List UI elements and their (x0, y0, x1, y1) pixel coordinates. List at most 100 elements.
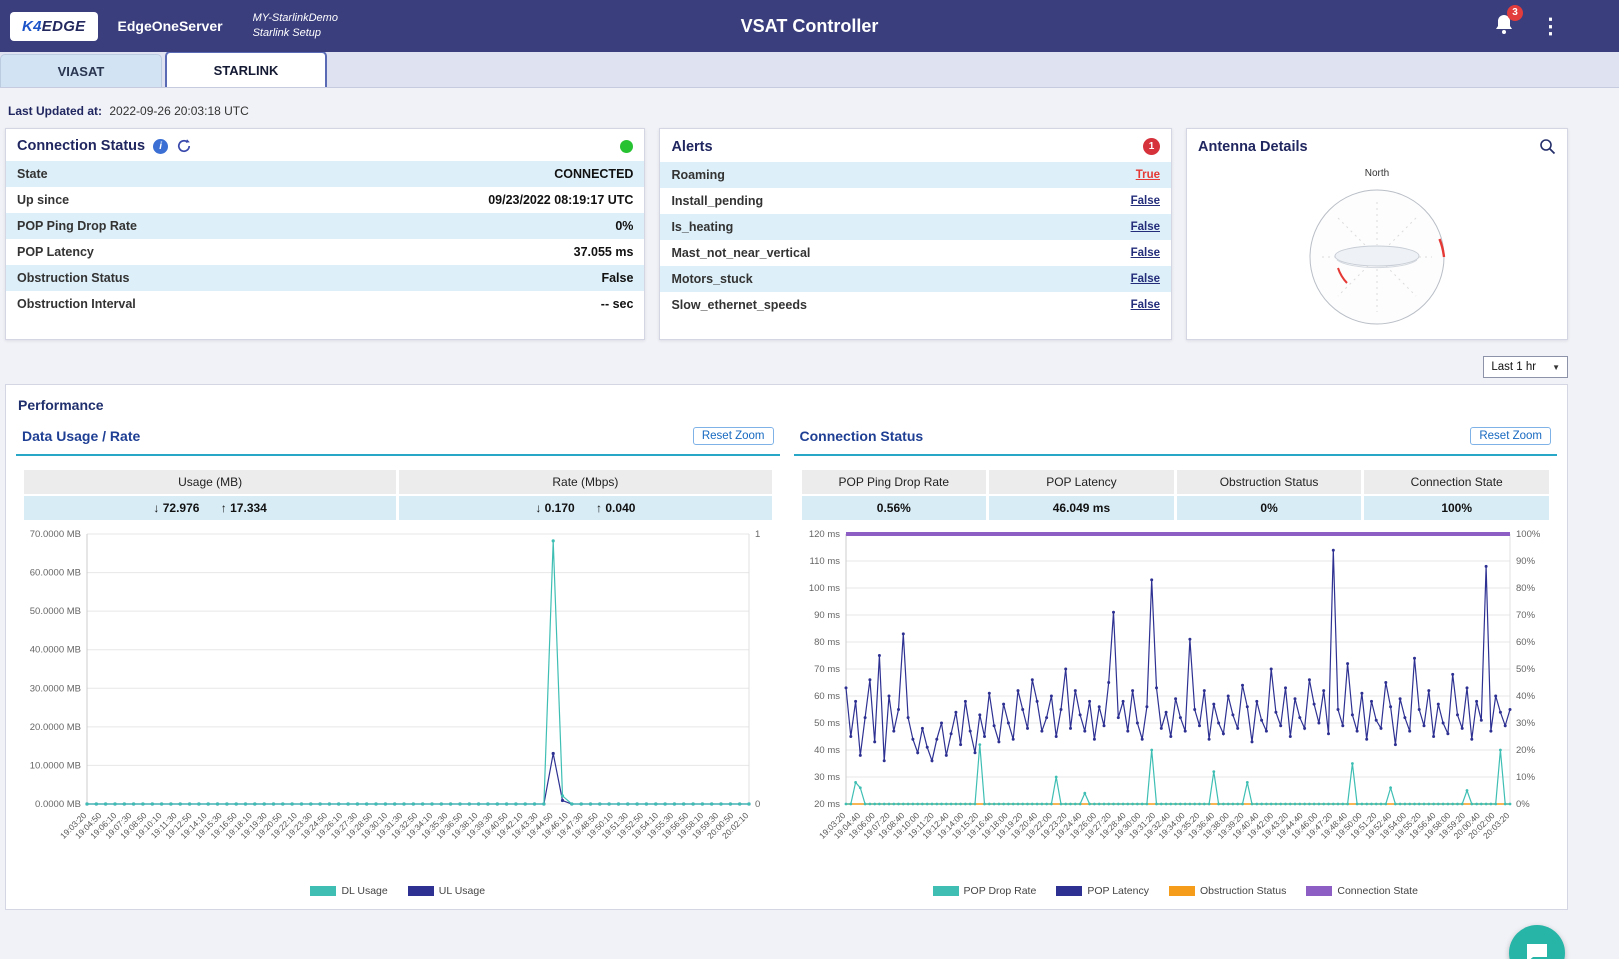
svg-text:70%: 70% (1516, 610, 1536, 621)
alert-label: Motors_stuck (671, 272, 752, 286)
svg-text:110 ms: 110 ms (810, 556, 841, 567)
svg-text:60 ms: 60 ms (814, 691, 840, 702)
table-row: POP Latency 37.055 ms (6, 239, 644, 265)
svg-text:100 ms: 100 ms (809, 583, 840, 594)
svg-text:40.0000 MB: 40.0000 MB (30, 645, 81, 656)
alert-label: Roaming (671, 168, 724, 182)
row-value: False (601, 271, 633, 285)
k4edge-logo: K4 EDGE (10, 12, 98, 41)
svg-text:60.0000 MB: 60.0000 MB (30, 568, 81, 579)
svg-text:80 ms: 80 ms (814, 637, 840, 648)
alert-value-link[interactable]: False (1131, 273, 1160, 285)
legend-item: POP Drop Rate (933, 885, 1037, 897)
alert-value-link[interactable]: False (1131, 195, 1160, 207)
table-row: Up since 09/23/2022 08:19:17 UTC (6, 187, 644, 213)
upload-value: ↑ 17.334 (221, 501, 267, 515)
reset-zoom-button[interactable]: Reset Zoom (693, 427, 774, 445)
svg-text:10.0000 MB: 10.0000 MB (30, 760, 81, 771)
svg-text:50 ms: 50 ms (814, 718, 840, 729)
legend-label: Connection State (1337, 885, 1418, 897)
column-header: POP Latency (989, 470, 1174, 494)
svg-text:30.0000 MB: 30.0000 MB (30, 683, 81, 694)
notifications-button[interactable]: 3 (1494, 13, 1514, 40)
column-value: 0% (1177, 496, 1362, 520)
legend-label: POP Drop Rate (964, 885, 1037, 897)
alert-value-link[interactable]: False (1131, 221, 1160, 233)
svg-text:20.0000 MB: 20.0000 MB (30, 722, 81, 733)
row-value: 09/23/2022 08:19:17 UTC (488, 193, 633, 207)
site-info: MY-StarlinkDemo Starlink Setup (253, 11, 338, 41)
search-icon[interactable] (1539, 138, 1556, 155)
svg-text:120 ms: 120 ms (809, 529, 840, 540)
column-header: Usage (MB) (24, 470, 396, 494)
connection-chart-title: Connection Status (800, 428, 924, 444)
table-row: Motors_stuck False (660, 266, 1171, 292)
svg-text:70 ms: 70 ms (814, 664, 840, 675)
legend-swatch (933, 886, 959, 896)
refresh-icon[interactable] (176, 138, 192, 154)
kebab-menu-icon[interactable]: ⋮ (1540, 16, 1561, 37)
svg-text:70.0000 MB: 70.0000 MB (30, 529, 81, 540)
row-label: POP Ping Drop Rate (17, 219, 137, 233)
chat-widget-button[interactable] (1509, 925, 1565, 959)
tab-viasat[interactable]: VIASAT (0, 54, 162, 87)
svg-text:100%: 100% (1516, 529, 1541, 540)
row-label: Obstruction Status (17, 271, 130, 285)
alert-value-link[interactable]: False (1131, 247, 1160, 259)
connection-summary-table: POP Ping Drop Rate 0.56% POP Latency 46.… (802, 470, 1550, 520)
table-row: Slow_ethernet_speeds False (660, 292, 1171, 318)
reset-zoom-button[interactable]: Reset Zoom (1470, 427, 1551, 445)
column-value: 100% (1364, 496, 1549, 520)
svg-text:1: 1 (755, 529, 760, 540)
antenna-compass: North (1187, 162, 1567, 334)
svg-text:0: 0 (755, 799, 760, 810)
svg-text:40 ms: 40 ms (814, 745, 840, 756)
legend-item: POP Latency (1056, 885, 1149, 897)
legend-swatch (1056, 886, 1082, 896)
row-label: POP Latency (17, 245, 94, 259)
connected-status-dot (620, 140, 633, 153)
alert-value-link[interactable]: False (1131, 299, 1160, 311)
table-row: Install_pending False (660, 188, 1171, 214)
antenna-details-title: Antenna Details (1198, 139, 1308, 155)
download-value: ↓ 72.976 (153, 501, 199, 515)
legend-item: UL Usage (408, 885, 485, 897)
data-usage-chart[interactable]: 0.0000 MB 10.0000 MB 20.0000 MB 30.0000 MB 4… (16, 524, 780, 889)
svg-text:90%: 90% (1516, 556, 1536, 567)
alert-value-link[interactable]: True (1136, 169, 1160, 181)
table-row: Roaming True (660, 162, 1171, 188)
chevron-down-icon: ▼ (1552, 363, 1560, 372)
column-header: Obstruction Status (1177, 470, 1362, 494)
alerts-title: Alerts (671, 139, 712, 155)
svg-text:0.0000 MB: 0.0000 MB (35, 799, 81, 810)
alert-label: Slow_ethernet_speeds (671, 298, 806, 312)
site-setup: Starlink Setup (253, 26, 338, 41)
tab-starlink[interactable]: STARLINK (165, 51, 327, 87)
row-label: Up since (17, 193, 69, 207)
logo-k4-text: K4 (22, 18, 42, 35)
time-range-select[interactable]: Last 1 hr ▼ (1483, 356, 1568, 378)
table-row: Obstruction Status False (6, 265, 644, 291)
data-usage-panel: Data Usage / Rate Reset Zoom Usage (MB) … (16, 425, 780, 897)
info-icon[interactable]: i (153, 139, 168, 154)
tab-strip: VIASAT STARLINK (0, 52, 1619, 88)
legend-swatch (408, 886, 434, 896)
upload-value: ↑ 0.040 (596, 501, 635, 515)
site-name: MY-StarlinkDemo (253, 11, 338, 26)
svg-text:20%: 20% (1516, 745, 1536, 756)
time-range-value: Last 1 hr (1491, 361, 1536, 373)
alerts-count-badge: 1 (1143, 138, 1160, 155)
row-label: State (17, 167, 48, 181)
legend-label: POP Latency (1087, 885, 1149, 897)
alert-label: Install_pending (671, 194, 763, 208)
column-value: 46.049 ms (989, 496, 1174, 520)
table-row: Obstruction Interval -- sec (6, 291, 644, 317)
logo-edge-text: EDGE (42, 18, 86, 35)
server-name: EdgeOneServer (118, 18, 223, 34)
page-title: VSAT Controller (741, 16, 879, 37)
legend-swatch (1306, 886, 1332, 896)
connection-status-chart[interactable]: 20 ms30 ms40 ms50 ms60 ms70 ms80 ms90 ms… (794, 524, 1558, 889)
legend-item: Connection State (1306, 885, 1418, 897)
svg-text:30%: 30% (1516, 718, 1536, 729)
performance-section: Performance Data Usage / Rate Reset Zoom… (5, 384, 1568, 910)
